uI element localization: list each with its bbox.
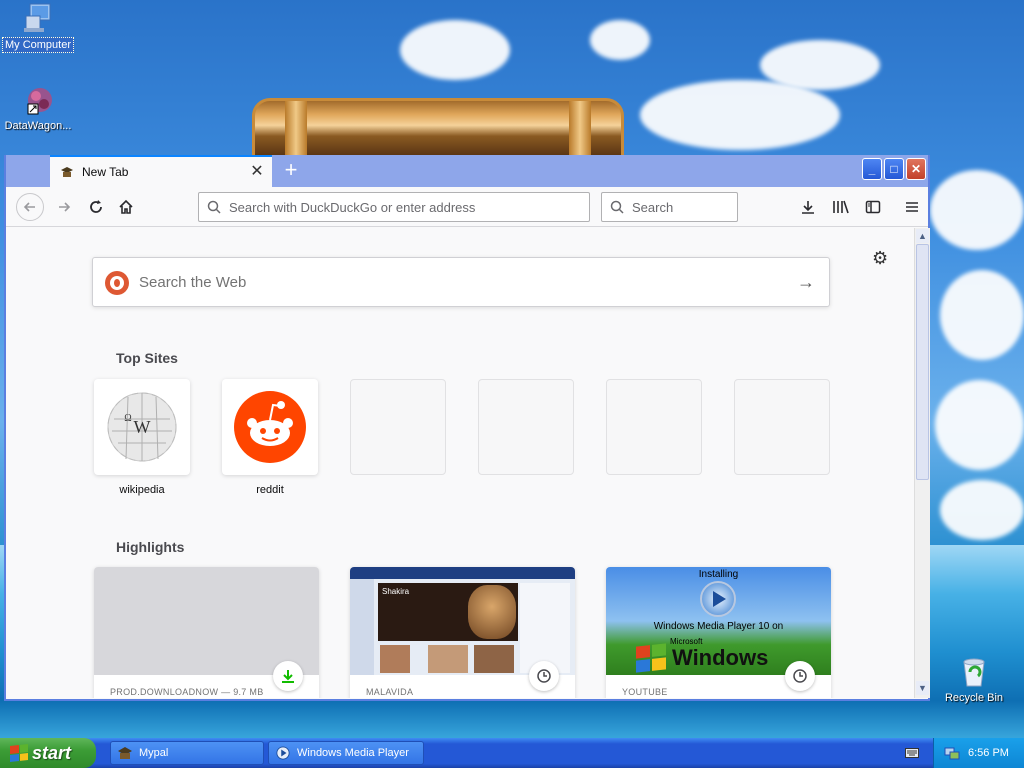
highlight-card-youtube[interactable]: Installing Windows Media Player 10 on Mi…	[606, 567, 831, 698]
top-site-tile-reddit[interactable]	[222, 379, 318, 475]
top-site-tile-empty[interactable]	[734, 379, 830, 475]
arrow-right-icon[interactable]: →	[797, 272, 815, 293]
system-tray: 6:56 PM	[933, 738, 1024, 768]
windows-logo-icon	[10, 744, 28, 762]
network-icon[interactable]	[944, 745, 960, 761]
task-label: Mypal	[139, 747, 169, 759]
new-tab-page: ⚙ Search the Web → Top Sites W Ω wikiped…	[6, 228, 914, 698]
maximize-button[interactable]: □	[884, 158, 904, 180]
sidebar-button[interactable]	[859, 193, 887, 221]
clock-icon	[529, 661, 559, 691]
search-icon	[610, 200, 624, 214]
gear-icon[interactable]: ⚙	[872, 248, 888, 269]
thumb-text: Shakira	[382, 587, 410, 596]
highlight-thumbnail	[94, 567, 319, 675]
desktop-icon-label: My Computer	[1, 37, 75, 53]
browser-window: New Tab ✕ + _ □ ✕ Search with DuckDuckGo…	[4, 155, 930, 701]
datawagon-icon	[27, 88, 52, 115]
tab-title: New Tab	[82, 165, 129, 179]
highlight-thumbnail: Shakira	[350, 567, 575, 675]
desktop-icon-datawagon[interactable]: DataWagon...	[0, 86, 76, 133]
duckduckgo-icon	[105, 271, 129, 295]
start-label: start	[32, 742, 72, 763]
scroll-down-icon[interactable]: ▼	[916, 681, 929, 695]
media-player-icon	[276, 746, 290, 760]
highlights-heading: Highlights	[116, 539, 185, 555]
top-site-tile-empty[interactable]	[350, 379, 446, 475]
taskbar: start Mypal Windows Media Player 6:56 PM	[0, 738, 1024, 768]
desktop-icon-my-computer[interactable]: My Computer	[0, 2, 76, 53]
web-search-box[interactable]: Search the Web →	[92, 257, 830, 307]
url-bar-placeholder: Search with DuckDuckGo or enter address	[229, 199, 476, 215]
taskbar-item-media-player[interactable]: Windows Media Player	[268, 741, 424, 765]
desktop-icon-label: DataWagon...	[4, 120, 72, 132]
top-site-label: reddit	[256, 484, 284, 496]
minimize-button[interactable]: _	[862, 158, 882, 180]
tab-new-tab[interactable]: New Tab ✕	[50, 155, 272, 187]
task-label: Windows Media Player	[297, 747, 409, 759]
thumb-text: Windows Media Player 10 on	[653, 621, 784, 632]
svg-text:Ω: Ω	[124, 413, 131, 424]
url-bar[interactable]: Search with DuckDuckGo or enter address	[198, 192, 590, 222]
nav-toolbar: Search with DuckDuckGo or enter address …	[6, 187, 928, 227]
scroll-up-icon[interactable]: ▲	[916, 229, 929, 243]
wikipedia-icon: W Ω	[107, 392, 177, 462]
close-window-button[interactable]: ✕	[906, 158, 926, 180]
hamburger-menu-icon	[906, 202, 918, 212]
home-button[interactable]	[112, 193, 140, 221]
scrollbar-thumb[interactable]	[916, 244, 929, 480]
highlight-thumbnail: Installing Windows Media Player 10 on Mi…	[606, 567, 831, 675]
desktop-icon-label: Recycle Bin	[944, 692, 1004, 704]
library-button[interactable]	[827, 193, 855, 221]
menu-button[interactable]	[898, 193, 926, 221]
mypal-icon	[61, 167, 73, 177]
search-bar[interactable]: Search	[601, 192, 738, 222]
home-icon	[119, 199, 133, 214]
svg-text:W: W	[134, 417, 151, 437]
back-button[interactable]	[16, 193, 44, 221]
search-bar-placeholder: Search	[632, 199, 674, 215]
clock-icon	[785, 661, 815, 691]
top-site-tile-wikipedia[interactable]: W Ω	[94, 379, 190, 475]
thumb-text: Installing	[698, 569, 739, 580]
start-button[interactable]: start	[0, 738, 96, 768]
reload-button[interactable]	[82, 193, 110, 221]
highlight-source: MALAVIDA	[366, 687, 414, 697]
download-icon	[273, 661, 303, 691]
top-site-tile-empty[interactable]	[606, 379, 702, 475]
downloads-button[interactable]	[794, 193, 822, 221]
treasure-chest-image	[252, 98, 624, 158]
mypal-icon	[118, 747, 132, 759]
clock[interactable]: 6:56 PM	[968, 747, 1009, 759]
desktop-icon-recycle-bin[interactable]: Recycle Bin	[936, 656, 1012, 705]
top-sites-heading: Top Sites	[116, 350, 178, 366]
search-icon	[207, 200, 221, 214]
reddit-icon	[234, 391, 306, 463]
new-tab-button[interactable]: +	[278, 159, 304, 183]
highlight-card-malavida[interactable]: Shakira MALAVIDA	[350, 567, 575, 698]
forward-arrow-icon	[59, 202, 71, 212]
keyboard-icon[interactable]	[905, 746, 919, 758]
highlight-source: PROD.DOWNLOADNOW — 9.7 MB	[110, 687, 264, 697]
title-bar[interactable]: New Tab ✕ + _ □ ✕	[6, 155, 928, 187]
sidebar-icon	[865, 200, 881, 214]
highlight-source: YOUTUBE	[622, 687, 668, 697]
back-arrow-icon	[23, 202, 35, 212]
close-tab-icon[interactable]: ✕	[248, 163, 266, 181]
web-search-placeholder: Search the Web	[139, 273, 247, 291]
library-icon	[833, 200, 849, 214]
forward-button[interactable]	[50, 193, 78, 221]
taskbar-item-mypal[interactable]: Mypal	[110, 741, 264, 765]
download-icon	[802, 201, 814, 214]
top-site-label: wikipedia	[119, 484, 165, 496]
reload-icon	[90, 200, 102, 213]
recycle-bin-icon	[963, 658, 985, 687]
my-computer-icon	[24, 3, 51, 32]
highlight-card-download[interactable]: PROD.DOWNLOADNOW — 9.7 MB	[94, 567, 319, 698]
thumb-text: Windows	[672, 645, 769, 670]
top-site-tile-empty[interactable]	[478, 379, 574, 475]
vertical-scrollbar[interactable]: ▲ ▼	[914, 228, 930, 698]
